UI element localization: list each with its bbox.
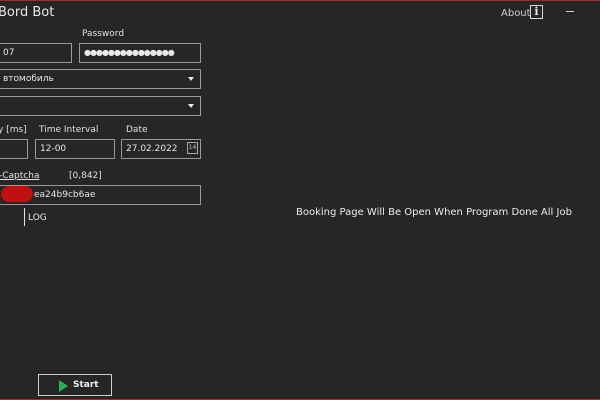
- date-label: Date: [126, 125, 148, 135]
- start-button[interactable]: Start: [38, 374, 112, 396]
- password-field[interactable]: ●●●●●●●●●●●●●●●: [79, 43, 201, 63]
- play-icon: [59, 380, 68, 392]
- redaction-mark: [1, 186, 33, 202]
- username-value: 07: [3, 48, 15, 58]
- vehicle-type-select[interactable]: втомобиль: [0, 69, 201, 89]
- secondary-select[interactable]: [0, 96, 201, 116]
- date-picker[interactable]: 27.02.2022 14: [121, 139, 201, 159]
- log-divider: [24, 208, 25, 226]
- chevron-down-icon: [188, 77, 194, 81]
- log-label: LOG: [28, 213, 47, 223]
- calendar-icon[interactable]: 14: [187, 142, 198, 154]
- info-icon[interactable]: i: [530, 5, 543, 19]
- time-interval-label: Time Interval: [39, 125, 99, 135]
- captcha-key-input[interactable]: 0 ea24b9cb6ae: [0, 185, 201, 205]
- password-value: ●●●●●●●●●●●●●●●: [84, 48, 175, 57]
- captcha-key-suffix: ea24b9cb6ae: [34, 190, 96, 200]
- minimize-icon[interactable]: [566, 11, 574, 12]
- captcha-service-label[interactable]: -Captcha: [0, 171, 39, 181]
- vehicle-type-value: втомобиль: [3, 74, 54, 84]
- app-window: Bord Bot About i 07 Password ●●●●●●●●●●●…: [0, 0, 600, 400]
- chevron-down-icon: [188, 104, 194, 108]
- time-interval-input[interactable]: 12-00: [35, 139, 115, 159]
- start-button-label: Start: [73, 380, 99, 390]
- window-title: Bord Bot: [0, 5, 55, 20]
- about-link[interactable]: About: [501, 8, 531, 19]
- password-label: Password: [82, 29, 125, 39]
- username-field[interactable]: 07: [0, 43, 72, 63]
- captcha-balance: [0,842]: [69, 171, 102, 181]
- date-value: 27.02.2022: [126, 144, 178, 154]
- time-interval-value: 12-00: [40, 144, 67, 154]
- delay-label: y [ms]: [0, 125, 27, 135]
- booking-notice: Booking Page Will Be Open When Program D…: [296, 207, 572, 218]
- delay-input[interactable]: [0, 139, 28, 159]
